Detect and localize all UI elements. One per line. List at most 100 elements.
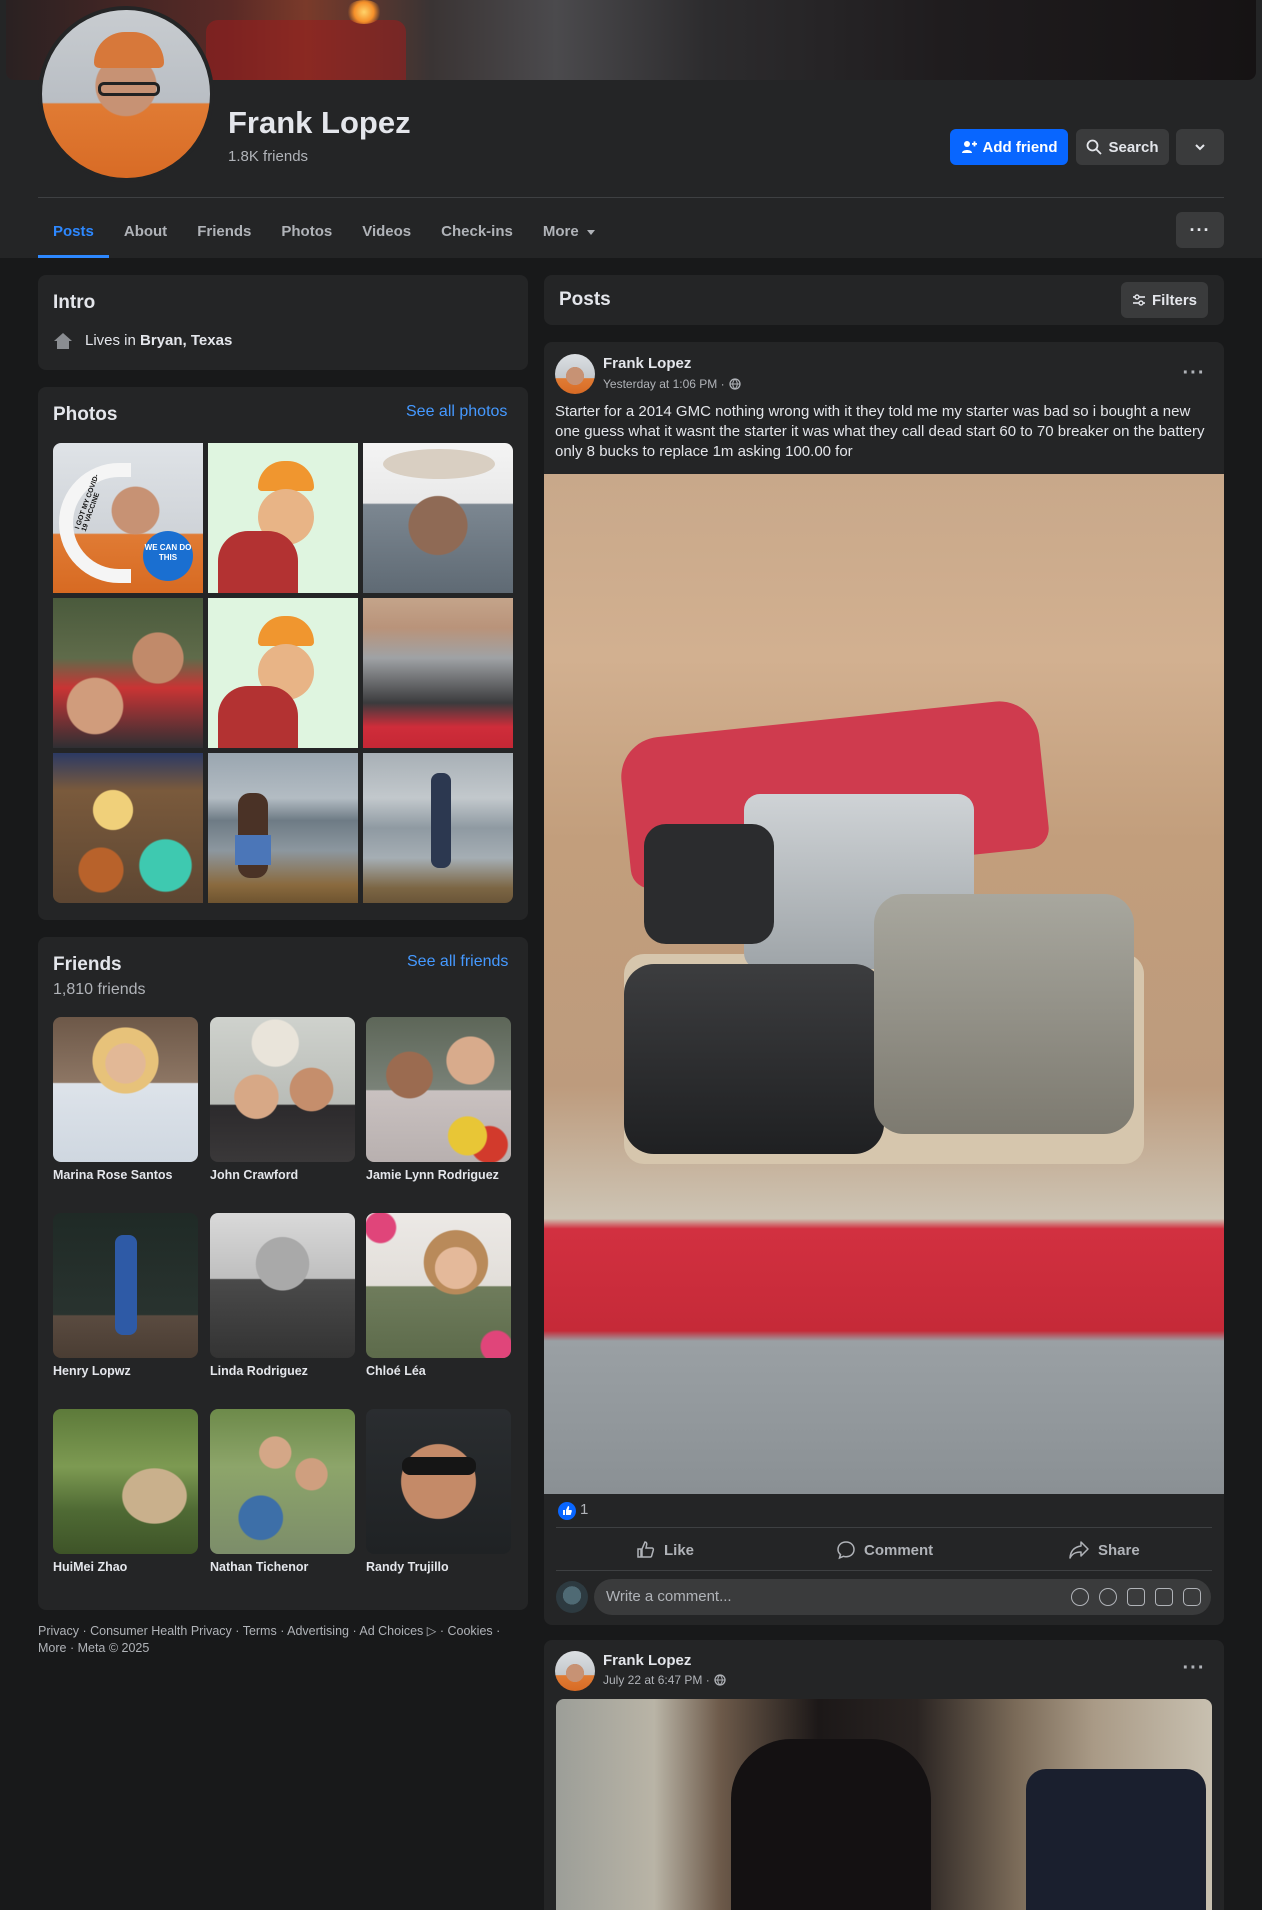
gif-icon[interactable] [1155, 1588, 1173, 1606]
profile-tabs: Posts About Friends Photos Videos Check-… [38, 205, 612, 258]
commenter-avatar[interactable] [556, 1581, 588, 1613]
photo-thumb[interactable] [208, 753, 358, 903]
post-options-button[interactable]: ··· [1176, 1650, 1212, 1686]
photo-thumb[interactable] [363, 443, 513, 593]
friend-name[interactable]: Jamie Lynn Rodriguez [366, 1168, 499, 1182]
photo-thumb[interactable]: I GOT MY COVID-19 VACCINE WE CAN DO THIS [53, 443, 203, 593]
camera-icon[interactable] [1127, 1588, 1145, 1606]
search-button[interactable]: Search [1076, 129, 1169, 165]
intro-title: Intro [53, 292, 96, 313]
post-author-avatar[interactable] [555, 1651, 595, 1691]
share-icon [1069, 1541, 1089, 1559]
friend-photo[interactable] [366, 1017, 511, 1162]
photos-card: Photos See all photos I GOT MY COVID-19 … [38, 387, 528, 920]
post-video-thumbnail[interactable] [556, 1699, 1212, 1910]
reaction-count[interactable]: 1 [580, 1501, 588, 1518]
profile-header: Frank Lopez 1.8K friends Add friend Sear… [0, 0, 1262, 258]
intro-card: Intro Lives in Bryan, Texas [38, 275, 528, 370]
photo-thumb[interactable] [363, 753, 513, 903]
profile-friend-count[interactable]: 1.8K friends [228, 148, 308, 165]
tab-check-ins[interactable]: Check-ins [426, 205, 528, 258]
filters-button[interactable]: Filters [1121, 282, 1208, 318]
comment-icon [837, 1541, 855, 1560]
footer-links[interactable]: Privacy · Consumer Health Privacy · Term… [38, 1623, 528, 1657]
profile-more-options-button[interactable]: ··· [1176, 212, 1224, 248]
like-button[interactable]: Like [636, 1533, 694, 1567]
friend-name[interactable]: Linda Rodriguez [210, 1364, 308, 1378]
friend-name[interactable]: HuiMei Zhao [53, 1560, 127, 1574]
sticker-icon[interactable] [1183, 1588, 1201, 1606]
share-label: Share [1098, 1541, 1140, 1559]
friend-photo[interactable] [366, 1213, 511, 1358]
photo-thumb[interactable] [53, 598, 203, 748]
profile-avatar[interactable] [38, 6, 214, 182]
post-author-name[interactable]: Frank Lopez [603, 355, 691, 372]
posts-header-card: Posts Filters [544, 275, 1224, 325]
person-shape [431, 773, 451, 868]
post-timestamp[interactable]: July 22 at 6:47 PM · [603, 1673, 726, 1687]
globe-icon [728, 378, 741, 390]
friend-name[interactable]: John Crawford [210, 1168, 298, 1182]
vaccine-badge: WE CAN DO THIS [143, 531, 193, 581]
share-button[interactable]: Share [1068, 1533, 1140, 1567]
post-time-text: July 22 at 6:47 PM · [603, 1673, 710, 1687]
avatar-glasses [98, 82, 160, 96]
friend-photo[interactable] [53, 1213, 198, 1358]
tab-photos[interactable]: Photos [266, 205, 347, 258]
tab-label: Photos [281, 223, 333, 240]
tab-friends[interactable]: Friends [182, 205, 266, 258]
tab-label: More [542, 223, 579, 240]
comment-input[interactable]: Write a comment... [594, 1579, 1211, 1615]
tab-label: Check-ins [441, 223, 513, 240]
post-timestamp[interactable]: Yesterday at 1:06 PM · [603, 377, 741, 391]
emoji-icon[interactable] [1099, 1588, 1117, 1606]
post-time-text: Yesterday at 1:06 PM · [603, 377, 725, 391]
globe-icon [714, 1674, 726, 1686]
tab-label: Videos [362, 223, 412, 240]
tab-label: About [123, 223, 168, 240]
lives-in-place[interactable]: Bryan, Texas [140, 332, 232, 349]
avatar-shirt-shape [218, 686, 298, 748]
friend-photo[interactable] [210, 1213, 355, 1358]
post-author-avatar[interactable] [555, 354, 595, 394]
comment-label: Comment [864, 1541, 934, 1559]
filters-icon [1132, 294, 1145, 306]
comment-button[interactable]: Comment [836, 1533, 933, 1567]
avatar-sticker-icon[interactable] [1071, 1588, 1089, 1606]
friend-name[interactable]: Henry Lopwz [53, 1364, 131, 1378]
friend-photo[interactable] [53, 1409, 198, 1554]
starter-cap-shape [644, 824, 774, 944]
see-all-friends-link[interactable]: See all friends [407, 953, 508, 971]
post-author-name[interactable]: Frank Lopez [603, 1652, 691, 1669]
caret-down-icon [586, 229, 595, 235]
photo-thumb[interactable] [208, 598, 358, 748]
photo-thumb[interactable] [363, 598, 513, 748]
friend-photo[interactable] [210, 1017, 355, 1162]
friend-name[interactable]: Nathan Tichenor [210, 1560, 308, 1574]
friend-name[interactable]: Marina Rose Santos [53, 1168, 172, 1182]
friend-name[interactable]: Chloé Léa [366, 1364, 426, 1378]
tab-more[interactable]: More [528, 205, 612, 258]
tab-about[interactable]: About [109, 205, 182, 258]
friend-name[interactable]: Randy Trujillo [366, 1560, 449, 1574]
see-all-photos-link[interactable]: See all photos [406, 403, 507, 421]
post-image[interactable] [544, 474, 1224, 1494]
avatar-cap [94, 32, 164, 68]
friend-photo[interactable] [53, 1017, 198, 1162]
tab-videos[interactable]: Videos [347, 205, 426, 258]
thumbs-up-icon [637, 1541, 655, 1558]
profile-dropdown-button[interactable] [1176, 129, 1224, 165]
add-friend-button[interactable]: Add friend [950, 129, 1068, 165]
posts-header-title: Posts [559, 289, 611, 310]
photo-thumb[interactable] [53, 753, 203, 903]
tab-posts[interactable]: Posts [38, 205, 109, 258]
friend-photo[interactable] [210, 1409, 355, 1554]
starter-housing-shape [874, 894, 1134, 1134]
cowboy-hat-shape [383, 449, 495, 479]
photo-thumb[interactable] [208, 443, 358, 593]
comment-tools [1071, 1588, 1201, 1606]
like-reaction-icon[interactable] [558, 1502, 576, 1520]
post-options-button[interactable]: ··· [1176, 355, 1212, 391]
friend-photo[interactable] [366, 1409, 511, 1554]
like-label: Like [664, 1541, 695, 1559]
